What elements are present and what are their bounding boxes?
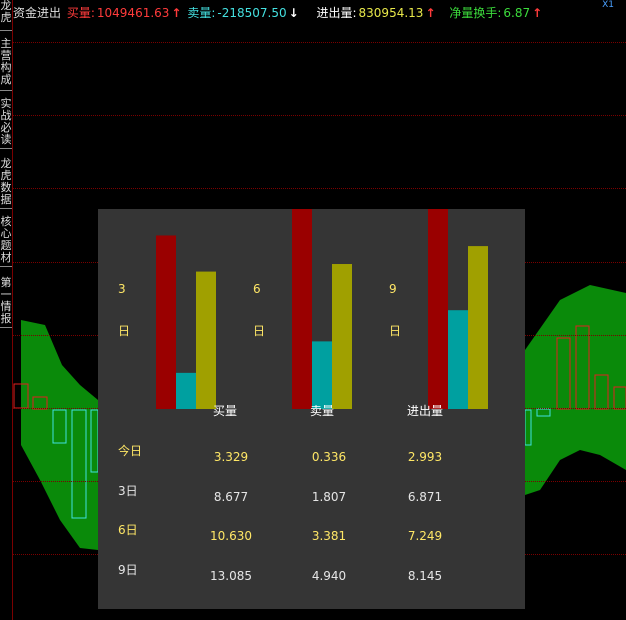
cell-9d-sell: 4.940 bbox=[311, 569, 347, 583]
left-tab-strip: 龙虎 主营构成 实战必读 龙虎数据 核心题材 第一情报 bbox=[0, 0, 12, 330]
buy-label: 买量: bbox=[66, 6, 95, 20]
up-arrow-icon: ↑ bbox=[171, 6, 182, 20]
net-label: 进出量: bbox=[316, 6, 357, 20]
sell-bar bbox=[176, 372, 196, 409]
down-arrow-icon: ↓ bbox=[288, 6, 299, 20]
cell-today-net: 2.993 bbox=[407, 450, 443, 464]
cell-6d-buy: 10.630 bbox=[210, 529, 252, 543]
group-day-unit: 日 bbox=[118, 324, 131, 338]
cell-3d-sell: 1.807 bbox=[311, 490, 347, 504]
panel-divider bbox=[12, 0, 13, 620]
buy-bar bbox=[156, 235, 176, 409]
buy-bar bbox=[428, 209, 448, 409]
tab-longhu-data[interactable]: 龙虎数据 bbox=[0, 158, 12, 209]
cell-9d-buy: 13.085 bbox=[210, 569, 252, 583]
turnover-value: 6.87 bbox=[503, 6, 531, 20]
tab-practical[interactable]: 实战必读 bbox=[0, 98, 12, 149]
group-day-number: 6 bbox=[253, 282, 261, 296]
group-day-unit: 日 bbox=[389, 324, 402, 338]
up-arrow-icon: ↑ bbox=[532, 6, 543, 20]
tab-main-business[interactable]: 主营构成 bbox=[0, 38, 12, 91]
indicator-title: 资金进出 bbox=[13, 6, 62, 20]
cell-today-sell: 0.336 bbox=[311, 450, 347, 464]
cell-9d-net: 8.145 bbox=[407, 569, 443, 583]
sell-bar bbox=[312, 341, 332, 409]
cell-6d-sell: 3.381 bbox=[311, 529, 347, 543]
indicator-header: 资金进出 买量: 1049461.63 ↑ 卖量: -218507.50 ↓ 进出量: 8… bbox=[13, 4, 544, 22]
corner-label: X1 bbox=[602, 0, 614, 10]
cell-3d-net: 6.871 bbox=[407, 490, 443, 504]
sell-label: 卖量: bbox=[187, 6, 216, 20]
net-bar bbox=[468, 246, 488, 409]
grid-line bbox=[13, 42, 626, 43]
buy-value: 1049461.63 bbox=[96, 6, 170, 20]
grid-line bbox=[13, 115, 626, 116]
buy-bar bbox=[292, 209, 312, 409]
grid-line bbox=[13, 188, 626, 189]
row-label-9d: 9日 bbox=[118, 563, 138, 577]
row-label-today: 今日 bbox=[118, 444, 143, 458]
net-bar bbox=[196, 271, 216, 409]
turnover-label: 净量换手: bbox=[449, 6, 502, 20]
cell-today-buy: 3.329 bbox=[213, 450, 249, 464]
cell-6d-net: 7.249 bbox=[407, 529, 443, 543]
row-label-6d: 6日 bbox=[118, 523, 138, 537]
header-buy: 买量 bbox=[213, 404, 238, 418]
net-bar bbox=[332, 264, 352, 409]
header-net: 进出量 bbox=[407, 404, 444, 418]
header-sell: 卖量 bbox=[310, 404, 335, 418]
cell-3d-buy: 8.677 bbox=[213, 490, 249, 504]
sell-value: -218507.50 bbox=[217, 6, 287, 20]
net-value: 830954.13 bbox=[358, 6, 424, 20]
sell-bar bbox=[448, 310, 468, 409]
fund-flow-popup: 3 日 6 日 9 日 买量 卖量 进出量 今日 3.329 0.336 2.9… bbox=[98, 209, 525, 609]
tab-core-theme[interactable]: 核心题材 bbox=[0, 216, 12, 267]
row-label-3d: 3日 bbox=[118, 484, 138, 498]
group-day-number: 9 bbox=[389, 282, 397, 296]
up-arrow-icon: ↑ bbox=[425, 6, 436, 20]
group-day-unit: 日 bbox=[253, 324, 266, 338]
tab-first-intel[interactable]: 第一情报 bbox=[0, 277, 12, 328]
tab-longhu[interactable]: 龙虎 bbox=[0, 0, 12, 31]
group-day-number: 3 bbox=[118, 282, 126, 296]
